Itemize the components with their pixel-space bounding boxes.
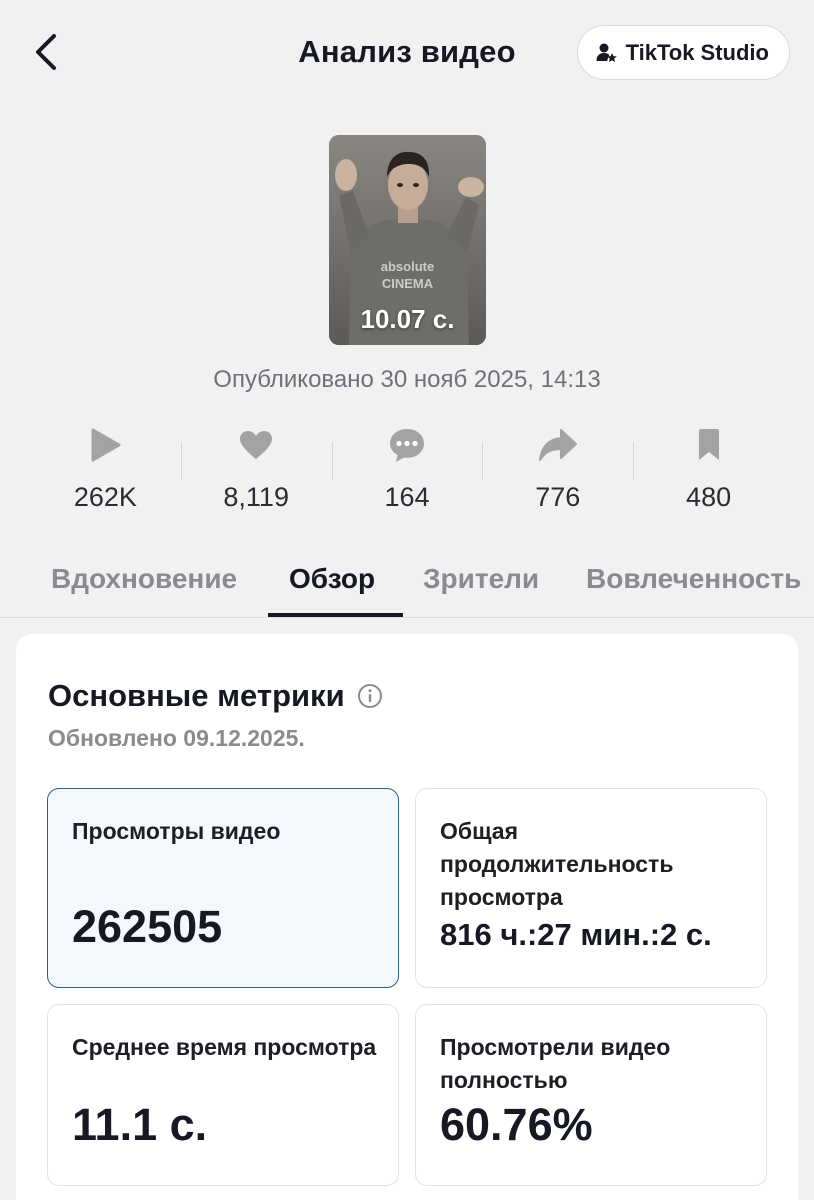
stat-shares: 776 (482, 420, 633, 520)
tab-engagement[interactable]: Вовлеченность (586, 563, 801, 595)
stat-value: 164 (384, 482, 430, 512)
comment-icon (389, 429, 424, 462)
user-star-icon (596, 43, 617, 62)
heart-icon (240, 431, 273, 459)
metric-video-views[interactable]: Просмотры видео 262505 (47, 788, 399, 988)
metric-total-watch-time[interactable]: Общая продолжительность просмотра 816 ч.… (415, 788, 767, 988)
stat-likes: 8,119 (180, 420, 332, 520)
metric-label: Просмотрели видео полностью (440, 1034, 671, 1093)
card-title: Основные метрики (48, 678, 383, 714)
header: Анализ видео TikTok Studio (0, 0, 814, 110)
published-date: Опубликовано 30 нояб 2025, 14:13 (213, 366, 601, 393)
key-metrics-card: Основные метрики Обновлено 09.12.2025. П… (16, 634, 798, 1200)
tab-inspiration[interactable]: Вдохновение (51, 563, 237, 595)
stat-comments: 164 (331, 420, 483, 520)
stats-row: 262K 8,119 164 776 480 (30, 420, 784, 520)
stat-value: 480 (686, 482, 732, 512)
stat-value: 262K (73, 482, 137, 512)
tab-overview[interactable]: Обзор (289, 563, 375, 595)
metric-value: 60.76% (440, 1099, 593, 1150)
info-icon[interactable] (357, 683, 383, 709)
share-icon (538, 429, 577, 461)
play-icon (91, 428, 121, 462)
tiktok-studio-label: TikTok Studio (625, 39, 769, 65)
video-thumbnail[interactable]: absolute CINEMA 10.07 с. (329, 135, 486, 345)
tiktok-studio-button[interactable]: TikTok Studio (576, 25, 790, 80)
metric-watched-full-video[interactable]: Просмотрели видео полностью 60.76% (415, 1004, 767, 1186)
metric-value: 816 ч.:27 мин.:2 с. (440, 917, 712, 952)
metric-value: 11.1 с. (72, 1099, 208, 1150)
metric-label: Общая продолжительность просмотра (440, 818, 674, 910)
stat-value: 776 (535, 482, 581, 512)
stat-value: 8,119 (223, 482, 289, 512)
metric-label: Просмотры видео (72, 818, 281, 844)
active-tab-indicator (268, 613, 403, 617)
bookmark-icon (698, 429, 719, 460)
metric-value: 262505 (72, 901, 223, 952)
tab-viewers[interactable]: Зрители (423, 563, 539, 595)
metric-label: Среднее время просмотра (72, 1034, 377, 1060)
tab-bar: Вдохновение Обзор Зрители Вовлеченность (0, 545, 814, 618)
updated-date: Обновлено 09.12.2025. (48, 725, 305, 751)
video-duration: 10.07 с. (360, 304, 455, 334)
shirt-text: absolute CINEMA (380, 259, 435, 291)
stat-views: 262K (30, 420, 181, 520)
stat-saves: 480 (633, 420, 784, 520)
metric-average-watch-time[interactable]: Среднее время просмотра 11.1 с. (47, 1004, 399, 1186)
